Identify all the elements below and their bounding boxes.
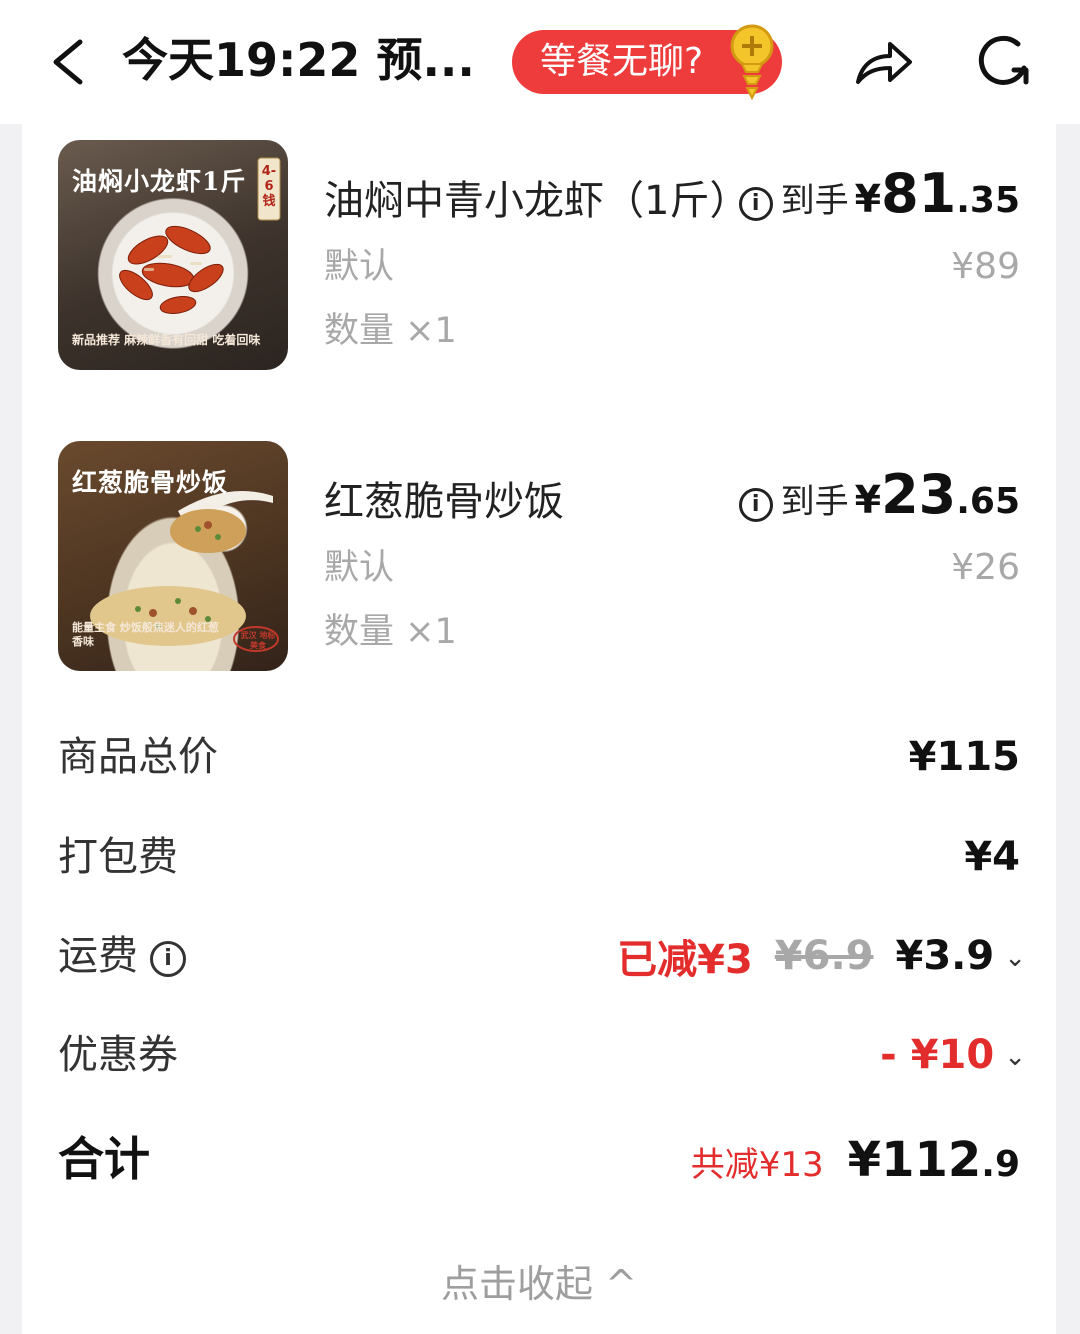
total-value-integer: ¥112 [847, 1132, 982, 1188]
total-value-decimal: .9 [981, 1144, 1020, 1185]
refresh-icon[interactable] [972, 30, 1036, 94]
goods-total-value: ¥115 [908, 734, 1020, 780]
price-integer: 23 [881, 463, 957, 526]
delivery-fee-label: 运费 [58, 933, 138, 979]
coupon-label: 优惠券 [58, 1032, 178, 1078]
delivery-original-price: ¥6.9 [774, 933, 874, 979]
packing-fee-label: 打包费 [58, 834, 178, 880]
goods-total-row: 商品总价 ¥115 [22, 722, 1056, 792]
delivery-fee-value: ¥3.9 [895, 933, 995, 979]
item-image: 油焖小龙虾1斤 新品推荐 麻辣鲜香有回甜 吃着回味 4-6钱 [58, 140, 288, 370]
info-icon[interactable]: i [150, 941, 186, 977]
item-name: 油焖中青小龙虾（1斤） [324, 178, 750, 224]
item-image-title: 油焖小龙虾1斤 [72, 167, 247, 196]
collapse-button[interactable]: 点击收起 ^ [22, 1254, 1056, 1314]
item-spec: 默认 [324, 548, 395, 588]
item-image-caption: 新品推荐 麻辣鲜香有回甜 吃着回味 [72, 333, 261, 347]
item-name: 红葱脆骨炒饭 [324, 479, 564, 525]
chevron-down-icon: ⌄ [1004, 943, 1026, 973]
goods-total-label: 商品总价 [58, 734, 218, 780]
item-spec: 默认 [324, 247, 395, 287]
screw-coin-icon[interactable] [716, 22, 788, 102]
packing-fee-value: ¥4 [964, 834, 1020, 880]
item-image-caption: 能量主食 炒饭般焦迷人的红葱香味 [72, 621, 219, 648]
item-price: i 到手 ¥ 23 .65 [738, 463, 1020, 526]
info-icon[interactable]: i [738, 187, 773, 221]
item-quantity: 数量 ×1 [324, 311, 457, 351]
page-title: 今天19:22 预... [122, 33, 475, 87]
item-quantity: 数量 ×1 [324, 612, 457, 652]
info-icon[interactable]: i [738, 488, 773, 522]
total-values: 共减¥13 ¥112 .9 [691, 1122, 1020, 1196]
item-image-badge: 武汉 地标美食 [240, 631, 276, 650]
price-integer: 81 [881, 162, 957, 225]
delivery-discount: 已减¥3 [617, 937, 753, 983]
delivery-fee-row[interactable]: 运费 i 已减¥3 ¥6.9 ¥3.9 ⌄ [22, 921, 1056, 991]
coupon-row[interactable]: 优惠券 - ¥10 ⌄ [22, 1020, 1056, 1090]
total-saved: 共减¥13 [690, 1145, 824, 1185]
order-card: 油焖小龙虾1斤 新品推荐 麻辣鲜香有回甜 吃着回味 4-6钱 油焖中青小龙虾（1… [22, 124, 1056, 1334]
item-original-price: ¥26 [951, 547, 1020, 588]
share-icon[interactable] [852, 34, 916, 90]
coupon-value: - ¥10 [880, 1032, 995, 1078]
delivery-fee-label-group: 运费 i [58, 921, 186, 991]
price-decimal: .35 [956, 180, 1020, 221]
price-prefix: 到手 [780, 181, 849, 221]
order-item[interactable]: 油焖小龙虾1斤 新品推荐 麻辣鲜香有回甜 吃着回味 4-6钱 油焖中青小龙虾（1… [22, 140, 1056, 380]
item-image: 红葱脆骨炒饭 能量主食 炒饭般焦迷人的红葱香味 武汉 地标美食 [58, 441, 288, 671]
item-image-title: 红葱脆骨炒饭 [72, 468, 229, 497]
packing-fee-row: 打包费 ¥4 [22, 822, 1056, 892]
coupon-values[interactable]: - ¥10 ⌄ [880, 1020, 1026, 1090]
price-currency: ¥ [854, 478, 882, 522]
item-price: i 到手 ¥ 81 .35 [738, 162, 1020, 225]
total-label: 合计 [58, 1132, 150, 1186]
back-arrow-icon[interactable] [44, 34, 92, 90]
item-image-badge: 4-6钱 [261, 164, 277, 209]
order-item[interactable]: 红葱脆骨炒饭 能量主食 炒饭般焦迷人的红葱香味 武汉 地标美食 红葱脆骨炒饭 i… [22, 441, 1056, 681]
total-row: 合计 共减¥13 ¥112 .9 [22, 1122, 1056, 1196]
item-original-price: ¥89 [951, 246, 1020, 287]
top-bar: 今天19:22 预... 等餐无聊? [0, 0, 1080, 124]
price-decimal: .65 [956, 481, 1020, 522]
chevron-down-icon: ⌄ [1004, 1042, 1026, 1072]
delivery-fee-values[interactable]: 已减¥3 ¥6.9 ¥3.9 ⌄ [617, 921, 1026, 991]
promo-label: 等餐无聊? [540, 41, 704, 82]
price-prefix: 到手 [780, 482, 849, 522]
price-currency: ¥ [854, 177, 882, 221]
